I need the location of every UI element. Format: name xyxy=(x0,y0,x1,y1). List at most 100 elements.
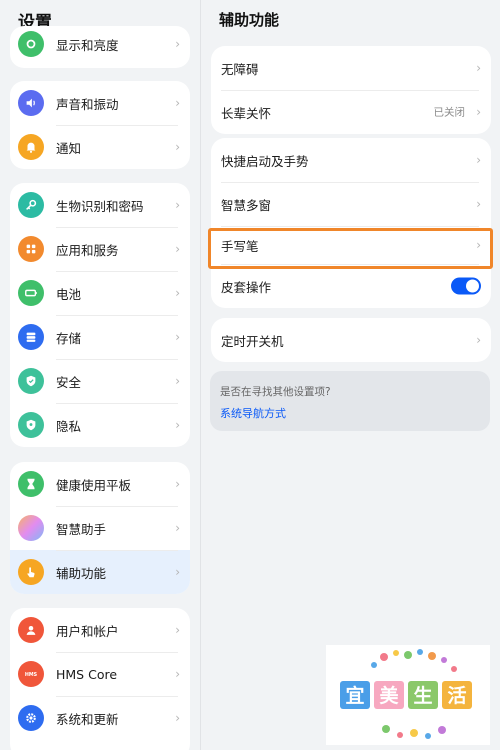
settings-sidebar: 设置 显示和亮度 › 声音和振动 › 通知 › 生物识别和密码 › 应用和服务 … xyxy=(0,0,200,750)
sidebar-item-accessibility[interactable]: 辅助功能 › xyxy=(10,550,190,594)
sidebar-group-accounts: 用户和帐户 › HMS HMS Core › 系统和更新 › xyxy=(10,608,190,750)
chevron-right-icon: › xyxy=(175,623,180,637)
battery-icon xyxy=(18,280,44,306)
sidebar-item-label: 辅助功能 xyxy=(56,565,107,581)
watermark-logo: 宜 美 生 活 xyxy=(326,645,490,745)
brightness-icon xyxy=(18,31,44,57)
sidebar-group-wellbeing: 健康使用平板 › 智慧助手 › 辅助功能 › xyxy=(10,462,190,594)
chevron-right-icon: › xyxy=(175,565,180,579)
sidebar-item-label: 通知 xyxy=(56,140,82,156)
sidebar-item-label: 应用和服务 xyxy=(56,242,119,258)
suggestion-card: 是否在寻找其他设置项? 系统导航方式 xyxy=(210,371,490,431)
sidebar-item-sound[interactable]: 声音和振动 › xyxy=(10,81,190,125)
svg-text:宜: 宜 xyxy=(345,684,364,707)
suggestion-link[interactable]: 系统导航方式 xyxy=(220,405,480,421)
stylus-highlight-frame xyxy=(208,228,493,269)
toggle-knob xyxy=(466,279,479,293)
item-label: 智慧多窗 xyxy=(221,197,272,213)
sidebar-item-label: 电池 xyxy=(56,286,82,302)
hand-icon xyxy=(18,559,44,585)
chevron-right-icon: › xyxy=(175,330,180,344)
chevron-right-icon: › xyxy=(476,197,481,211)
chevron-right-icon: › xyxy=(175,37,180,51)
item-accessibility-features[interactable]: 无障碍 › xyxy=(211,46,491,90)
chevron-right-icon: › xyxy=(175,96,180,110)
sidebar-group-sound: 声音和振动 › 通知 › xyxy=(10,81,190,169)
sidebar-item-label: 健康使用平板 xyxy=(56,477,132,493)
sidebar-item-battery[interactable]: 电池 › xyxy=(10,271,190,315)
chevron-right-icon: › xyxy=(175,521,180,535)
chevron-right-icon: › xyxy=(175,418,180,432)
assistant-icon xyxy=(18,515,44,541)
sidebar-item-system-update[interactable]: 系统和更新 › xyxy=(10,696,190,740)
item-smart-multiwindow[interactable]: 智慧多窗 › xyxy=(211,182,491,226)
svg-text:美: 美 xyxy=(379,684,399,707)
sidebar-item-label: 安全 xyxy=(56,374,82,390)
sidebar-item-label: 存储 xyxy=(56,330,82,346)
svg-text:活: 活 xyxy=(447,684,466,707)
item-cover-operation[interactable]: 皮套操作 xyxy=(211,264,491,308)
item-label: 皮套操作 xyxy=(221,279,272,295)
chevron-right-icon: › xyxy=(175,711,180,725)
page-title: 辅助功能 xyxy=(219,11,280,29)
chevron-right-icon: › xyxy=(476,105,481,119)
chevron-right-icon: › xyxy=(175,374,180,388)
cover-operation-toggle[interactable] xyxy=(451,277,481,295)
sidebar-group-system: 生物识别和密码 › 应用和服务 › 电池 › 存储 › 安全 › 隐私 › xyxy=(10,183,190,447)
chevron-right-icon: › xyxy=(175,286,180,300)
item-label: 长辈关怀 xyxy=(221,105,272,121)
sidebar-item-display[interactable]: 显示和亮度 › xyxy=(10,26,190,66)
sidebar-item-label: 显示和亮度 xyxy=(56,37,119,53)
sidebar-item-label: HMS Core xyxy=(56,666,118,682)
chevron-right-icon: › xyxy=(476,153,481,167)
status-value: 已关闭 xyxy=(433,106,466,119)
sidebar-item-apps[interactable]: 应用和服务 › xyxy=(10,227,190,271)
chevron-right-icon: › xyxy=(175,198,180,212)
item-label: 定时开关机 xyxy=(221,333,284,349)
sidebar-item-users[interactable]: 用户和帐户 › xyxy=(10,608,190,652)
item-label: 无障碍 xyxy=(221,61,259,77)
svg-text:生: 生 xyxy=(413,684,432,707)
sidebar-item-biometrics[interactable]: 生物识别和密码 › xyxy=(10,183,190,227)
sidebar-item-label: 用户和帐户 xyxy=(56,623,119,639)
accessibility-group-schedule: 定时开关机 › xyxy=(211,318,491,362)
sidebar-item-storage[interactable]: 存储 › xyxy=(10,315,190,359)
svg-text:HMS: HMS xyxy=(25,672,38,678)
storage-icon xyxy=(18,324,44,350)
sidebar-item-privacy[interactable]: 隐私 › xyxy=(10,403,190,447)
chevron-right-icon: › xyxy=(175,242,180,256)
sidebar-item-healthy-use[interactable]: 健康使用平板 › xyxy=(10,462,190,506)
sidebar-group-display: 显示和亮度 › xyxy=(10,26,190,68)
chevron-right-icon: › xyxy=(175,140,180,154)
suggestion-question: 是否在寻找其他设置项? xyxy=(220,386,331,398)
sidebar-item-label: 智慧助手 xyxy=(56,521,107,537)
sidebar-item-label: 声音和振动 xyxy=(56,96,119,112)
hourglass-icon xyxy=(18,471,44,497)
sidebar-item-label: 生物识别和密码 xyxy=(56,198,144,214)
user-icon xyxy=(18,617,44,643)
gear-icon xyxy=(18,705,44,731)
privacy-icon xyxy=(18,412,44,438)
hms-icon: HMS xyxy=(18,661,44,687)
item-elder-care[interactable]: 长辈关怀 已关闭 › xyxy=(211,90,491,134)
sidebar-item-label: 系统和更新 xyxy=(56,711,119,727)
sidebar-item-label: 隐私 xyxy=(56,418,82,434)
item-quick-launch-gestures[interactable]: 快捷启动及手势 › xyxy=(211,138,491,182)
sidebar-item-hms-core[interactable]: HMS HMS Core › xyxy=(10,652,190,696)
sidebar-item-notifications[interactable]: 通知 › xyxy=(10,125,190,169)
chevron-right-icon: › xyxy=(476,333,481,347)
sidebar-item-security[interactable]: 安全 › xyxy=(10,359,190,403)
watermark-graphic: 宜 美 生 活 xyxy=(340,649,472,739)
chevron-right-icon: › xyxy=(175,477,180,491)
apps-icon xyxy=(18,236,44,262)
sidebar-item-assistant[interactable]: 智慧助手 › xyxy=(10,506,190,550)
chevron-right-icon: › xyxy=(175,667,180,681)
speaker-icon xyxy=(18,90,44,116)
chevron-right-icon: › xyxy=(476,61,481,75)
shield-icon xyxy=(18,368,44,394)
item-scheduled-power[interactable]: 定时开关机 › xyxy=(211,318,491,362)
accessibility-group-main: 无障碍 › 长辈关怀 已关闭 › xyxy=(211,46,491,134)
accessibility-group-gestures: 快捷启动及手势 › 智慧多窗 › 手写笔 › 皮套操作 xyxy=(211,138,491,308)
key-icon xyxy=(18,192,44,218)
bell-icon xyxy=(18,134,44,160)
